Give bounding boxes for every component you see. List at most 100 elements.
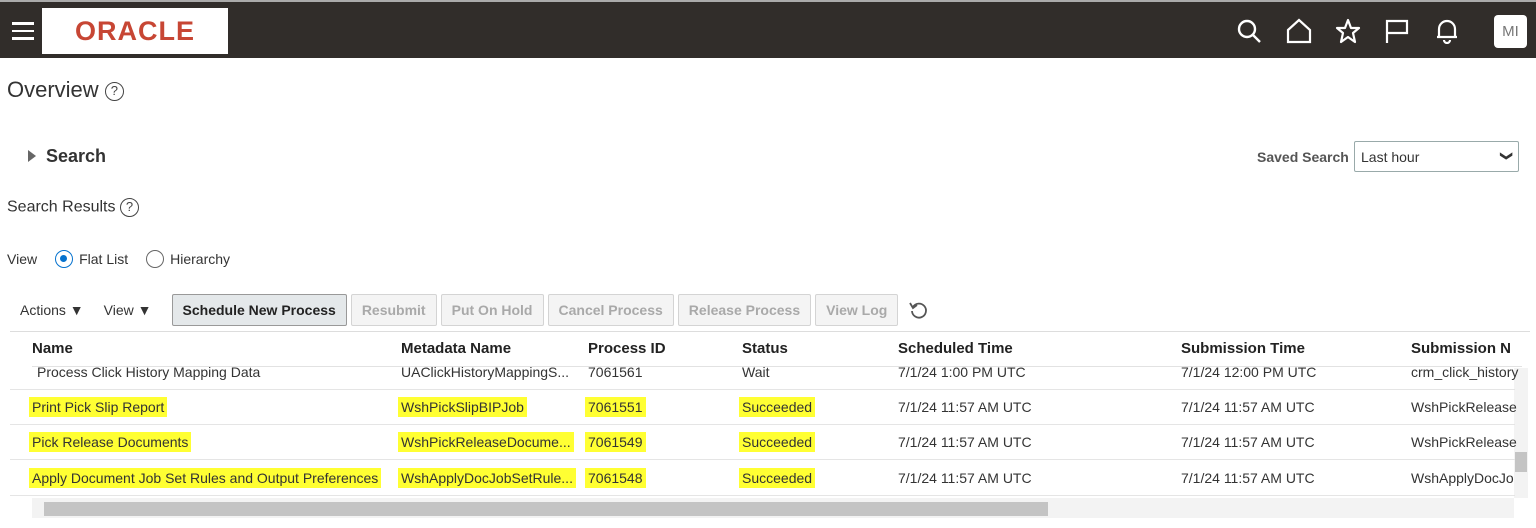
table-cell-status: Succeeded <box>739 432 816 452</box>
cancel-process-button[interactable]: Cancel Process <box>547 294 674 326</box>
search-disclosure[interactable]: Search <box>28 146 106 167</box>
table-cell-sub: 7/1/24 11:57 AM UTC <box>1181 470 1315 486</box>
view-selector: View Flat List Hierarchy <box>7 250 231 268</box>
table-cell-status: Wait <box>742 364 769 380</box>
user-avatar[interactable]: MI <box>1494 15 1527 48</box>
table-cell-sub: 7/1/24 11:57 AM UTC <box>1181 399 1315 415</box>
cell-text: 7061561 <box>588 364 643 380</box>
chevron-down-icon: ❯ <box>1499 150 1514 162</box>
row-divider <box>10 424 1515 425</box>
vertical-scroll-thumb[interactable] <box>1515 452 1527 472</box>
saved-search-label: Saved Search <box>1257 149 1349 165</box>
column-header[interactable]: Scheduled Time <box>898 340 1013 357</box>
table-cell-meta: WshPickReleaseDocume... <box>398 432 574 452</box>
refresh-icon[interactable] <box>908 299 930 321</box>
resubmit-button[interactable]: Resubmit <box>350 294 437 326</box>
table-cell-subn: crm_click_history <box>1411 364 1518 380</box>
column-header[interactable]: Process ID <box>588 340 666 357</box>
hierarchy-radio[interactable] <box>146 250 165 268</box>
cell-text: UAClickHistoryMappingS... <box>401 364 570 380</box>
table-cell-name[interactable]: Pick Release Documents <box>29 432 192 452</box>
flat-list-label[interactable]: Flat List <box>79 251 128 267</box>
schedule-new-process-button[interactable]: Schedule New Process <box>171 294 347 326</box>
cell-text: WshPickRelease <box>1411 399 1517 415</box>
view-menu[interactable]: View ▼ <box>104 302 152 318</box>
table-cell-pid: 7061551 <box>585 397 646 417</box>
toolbar: Actions ▼ View ▼ Schedule New Process Re… <box>20 294 930 326</box>
table-cell-pid: 7061561 <box>588 364 643 380</box>
cell-text: 7061551 <box>585 397 646 417</box>
column-header[interactable]: Submission Time <box>1181 340 1305 357</box>
row-divider <box>10 495 1515 496</box>
actions-menu[interactable]: Actions ▼ <box>20 302 84 318</box>
cell-text: WshPickSlipBIPJob <box>398 397 527 417</box>
cell-text: Succeeded <box>739 432 816 452</box>
table-cell-sched: 7/1/24 1:00 PM UTC <box>898 364 1026 380</box>
table-cell-subn: WshPickRelease <box>1411 399 1517 415</box>
column-header[interactable]: Name <box>32 340 73 357</box>
table-cell-pid: 7061548 <box>585 468 646 488</box>
cell-text: 7/1/24 11:57 AM UTC <box>1181 399 1315 415</box>
table-cell-name[interactable]: Process Click History Mapping Data <box>37 364 260 380</box>
table-cell-meta: WshApplyDocJobSetRule... <box>398 468 576 488</box>
cell-text: 7/1/24 1:00 PM UTC <box>898 364 1026 380</box>
cell-text: 7/1/24 11:57 AM UTC <box>1181 434 1315 450</box>
table-cell-meta: WshPickSlipBIPJob <box>398 397 527 417</box>
view-log-button[interactable]: View Log <box>815 294 899 326</box>
table-cell-subn: WshPickRelease <box>1411 434 1517 450</box>
star-icon[interactable] <box>1335 18 1361 44</box>
expand-triangle-icon <box>28 150 36 162</box>
cell-text: WshPickReleaseDocume... <box>398 432 574 452</box>
results-table: Name Metadata Name Process ID Status Schedul… <box>10 331 1530 521</box>
release-process-button[interactable]: Release Process <box>677 294 812 326</box>
cell-text: Process Click History Mapping Data <box>37 364 261 380</box>
cell-text: 7/1/24 12:00 PM UTC <box>1181 364 1317 380</box>
cell-text: WshApplyDocJobSetRule... <box>398 468 576 488</box>
cell-text: Succeeded <box>739 468 816 488</box>
cell-text: Apply Document Job Set Rules and Output … <box>29 468 382 488</box>
table-cell-meta: UAClickHistoryMappingS... <box>401 364 569 380</box>
column-header[interactable]: Metadata Name <box>401 340 511 357</box>
flat-list-radio[interactable] <box>55 250 74 268</box>
cell-text: 7061548 <box>585 468 646 488</box>
table-cell-pid: 7061549 <box>585 432 646 452</box>
bell-icon[interactable] <box>1434 18 1460 44</box>
vertical-scrollbar[interactable] <box>1514 368 1528 498</box>
search-results-heading: Search Results ? <box>7 198 139 217</box>
cell-text: Pick Release Documents <box>29 432 192 452</box>
cell-text: 7/1/24 11:57 AM UTC <box>1181 470 1315 486</box>
column-header[interactable]: Submission N <box>1411 340 1511 357</box>
cell-text: 7/1/24 11:57 AM UTC <box>898 434 1032 450</box>
oracle-logo[interactable]: ORACLE <box>42 8 228 54</box>
flag-icon[interactable] <box>1384 18 1410 44</box>
help-icon[interactable]: ? <box>119 198 139 217</box>
cell-text: Print Pick Slip Report <box>29 397 168 417</box>
table-cell-sub: 7/1/24 12:00 PM UTC <box>1181 364 1316 380</box>
table-cell-sched: 7/1/24 11:57 AM UTC <box>898 470 1032 486</box>
cell-text: 7/1/24 11:57 AM UTC <box>898 399 1032 415</box>
menu-icon[interactable] <box>12 22 34 40</box>
cell-text: 7/1/24 11:57 AM UTC <box>898 470 1032 486</box>
saved-search-select[interactable]: Last hour ❯ <box>1354 141 1519 172</box>
table-cell-sched: 7/1/24 11:57 AM UTC <box>898 399 1032 415</box>
table-cell-sub: 7/1/24 11:57 AM UTC <box>1181 434 1315 450</box>
cell-text: 7061549 <box>585 432 646 452</box>
row-divider <box>10 459 1515 460</box>
page-title: Overview ? <box>7 77 124 103</box>
cell-text: WshPickRelease <box>1411 434 1517 450</box>
table-cell-status: Succeeded <box>739 397 816 417</box>
cell-text: Wait <box>742 364 770 380</box>
table-cell-name[interactable]: Print Pick Slip Report <box>29 397 168 417</box>
hierarchy-label[interactable]: Hierarchy <box>170 251 230 267</box>
cell-text: Succeeded <box>739 397 816 417</box>
top-bar: ORACLE MI <box>0 0 1536 58</box>
column-header[interactable]: Status <box>742 340 788 357</box>
put-on-hold-button[interactable]: Put On Hold <box>440 294 544 326</box>
home-icon[interactable] <box>1286 18 1312 44</box>
table-cell-sched: 7/1/24 11:57 AM UTC <box>898 434 1032 450</box>
horizontal-scroll-thumb[interactable] <box>44 502 1048 516</box>
help-icon[interactable]: ? <box>104 81 124 101</box>
table-cell-status: Succeeded <box>739 468 816 488</box>
search-icon[interactable] <box>1236 18 1262 44</box>
table-cell-name[interactable]: Apply Document Job Set Rules and Output … <box>29 468 382 488</box>
